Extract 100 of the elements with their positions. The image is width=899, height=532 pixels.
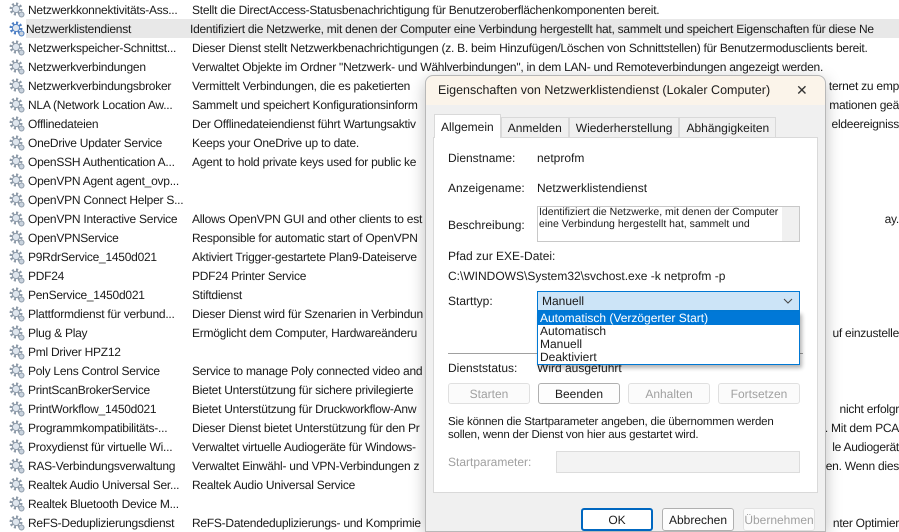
gear-icon bbox=[9, 2, 25, 18]
field-label: Dienstname: bbox=[448, 150, 516, 168]
service-description: Bietet Unterstützung für Druckworkflow-Anw bbox=[192, 400, 416, 418]
service-description: Ermöglicht dem Computer, Hardwareänderu bbox=[192, 324, 418, 342]
close-button[interactable]: ✕ bbox=[787, 78, 817, 102]
service-description: le Audiogerät bbox=[832, 438, 899, 456]
service-name[interactable]: OpenVPN Interactive Service bbox=[28, 210, 192, 228]
service-name[interactable]: OneDrive Updater Service bbox=[28, 134, 192, 152]
service-description: uf einzustelle bbox=[832, 324, 899, 342]
service-name[interactable]: P9RdrService_1450d021 bbox=[28, 248, 192, 266]
service-description: Dieser Dienst stellt Netzwerkbenachrichtigungen (z. B. beim Hinzufügen/Löschen von Schnittstellen) für Benutzermodusclients bereit. bbox=[192, 40, 868, 56]
service-name[interactable]: Plattformdienst für verbund... bbox=[28, 304, 192, 322]
service-description: Allows OpenVPN GUI and other clients to est bbox=[192, 210, 422, 228]
exe-path: C:\WINDOWS\System32\svchost.exe -k netprofm -p bbox=[448, 268, 726, 286]
service-description: mationen geä bbox=[829, 96, 899, 114]
service-name[interactable]: Realtek Bluetooth Device M... bbox=[28, 494, 192, 512]
service-name[interactable]: Offlinedateien bbox=[28, 114, 192, 132]
tab[interactable]: Abhängigkeiten bbox=[679, 117, 776, 138]
service-name[interactable]: Realtek Audio Universal Ser... bbox=[28, 476, 192, 494]
service-name[interactable]: Plug & Play bbox=[28, 324, 192, 342]
field-label: Beschreibung: bbox=[448, 217, 526, 234]
service-control-button[interactable]: Beenden bbox=[538, 383, 620, 404]
service-name[interactable]: Netzwerkkonnektivitäts-Ass... bbox=[28, 0, 192, 18]
gear-icon bbox=[9, 154, 25, 170]
service-description: ternet zu emp bbox=[828, 78, 899, 94]
service-description: Sammelt und speichert Konfigurationsinform bbox=[192, 96, 418, 114]
service-description: PDF24 Printer Service bbox=[192, 268, 306, 284]
field-label: Starttyp: bbox=[448, 293, 494, 310]
field-label: Startparameter: bbox=[448, 454, 532, 472]
service-name[interactable]: Netzwerkspeicher-Schnittst... bbox=[28, 38, 192, 56]
service-name[interactable]: Poly Lens Control Service bbox=[28, 362, 192, 380]
service-name[interactable]: Pml Driver HPZ12 bbox=[28, 342, 192, 360]
service-description: Verwaltet virtuelle Audiogeräte für Windows- bbox=[192, 438, 416, 456]
dropdown-option[interactable]: Automatisch (Verzögerter Start) bbox=[538, 312, 799, 326]
startup-type-dropdown[interactable]: Manuell bbox=[537, 291, 800, 312]
service-name[interactable]: Programmkompatibilitäts-... bbox=[28, 418, 192, 436]
tab[interactable]: Wiederherstellung bbox=[568, 117, 680, 138]
service-description: Bietet Unterstützung für sichere privilegierte bbox=[192, 382, 414, 398]
service-description: nter Optimier bbox=[832, 514, 899, 532]
service-name[interactable]: PrintWorkflow_1450d021 bbox=[28, 400, 192, 418]
hint-text: Sie können die Startparameter angeben, die übernommen werden sollen, wenn der Dienst von hier aus gestartet wird. bbox=[447, 415, 775, 442]
dropdown-option[interactable]: Deaktiviert bbox=[538, 351, 799, 364]
service-description: en. Wenn dies bbox=[826, 458, 899, 474]
service-name[interactable]: RAS-Verbindungsverwaltung bbox=[28, 456, 192, 474]
service-name[interactable]: Proxydienst für virtuelle Wi... bbox=[28, 438, 192, 456]
gear-icon bbox=[9, 96, 25, 112]
gear-icon bbox=[9, 58, 25, 74]
field-label: Pfad zur EXE-Datei: bbox=[448, 248, 556, 266]
service-name[interactable]: PrintScanBrokerService bbox=[28, 380, 192, 398]
service-description: Stiftdienst bbox=[192, 286, 242, 304]
service-name[interactable]: Netzwerklistendienst bbox=[26, 20, 190, 38]
dropdown-value: Manuell bbox=[542, 293, 586, 310]
service-name[interactable]: NLA (Network Location Aw... bbox=[28, 96, 192, 114]
service-description: Vermittelt Verbindungen, die es paketierten bbox=[192, 78, 410, 94]
gear-icon bbox=[9, 476, 25, 492]
gear-icon bbox=[9, 78, 25, 94]
service-name[interactable]: ReFS-Deduplizierungsdienst bbox=[28, 514, 192, 532]
description-text: Identifiziert die Netzwerke, mit denen der Computer eine Verbindung hergestellt hat, sammelt und bbox=[538, 207, 780, 232]
gear-icon bbox=[9, 344, 25, 360]
gear-icon bbox=[9, 20, 25, 36]
service-name[interactable]: OpenVPN Agent agent_ovp... bbox=[28, 172, 192, 190]
service-name[interactable]: OpenVPNService bbox=[28, 228, 192, 246]
gear-icon bbox=[9, 400, 25, 416]
service-name[interactable]: OpenSSH Authentication A... bbox=[28, 152, 192, 170]
gear-icon bbox=[9, 306, 25, 322]
gear-icon bbox=[9, 458, 25, 474]
gear-icon bbox=[9, 286, 25, 302]
service-description: Responsible for automatic start of OpenVPN bbox=[192, 230, 418, 246]
gear-icon bbox=[9, 362, 25, 378]
field-label: Anzeigename: bbox=[448, 180, 526, 198]
tab[interactable]: Allgemein bbox=[434, 114, 501, 138]
dialog-button[interactable]: OK bbox=[581, 508, 653, 531]
service-name[interactable]: PenService_1450d021 bbox=[28, 286, 192, 304]
tab[interactable]: Anmelden bbox=[500, 117, 569, 138]
service-description: ReFS-Datendeduplizierungs- und Komprimie bbox=[192, 514, 421, 532]
field-label: Dienststatus: bbox=[448, 360, 518, 378]
dropdown-option[interactable]: Automatisch bbox=[538, 325, 799, 338]
gear-icon bbox=[9, 514, 25, 530]
service-name[interactable]: Netzwerkverbindungsbroker bbox=[28, 76, 192, 94]
service-description: Der Offlinedateiendienst führt Wartungsaktiv bbox=[192, 116, 416, 132]
window-title: Eigenschaften von Netzwerklistendienst (Lokaler Computer) bbox=[438, 82, 772, 100]
chevron-down-icon bbox=[783, 298, 793, 304]
dropdown-option[interactable]: Manuell bbox=[538, 338, 799, 352]
service-description: Realtek Audio Universal Service bbox=[192, 476, 355, 494]
gear-icon bbox=[9, 382, 25, 398]
dialog-button[interactable]: Abbrechen bbox=[662, 508, 734, 531]
service-name[interactable]: Netzwerkverbindungen bbox=[28, 58, 192, 76]
service-description: ay. bbox=[884, 210, 899, 228]
gear-icon bbox=[9, 324, 25, 340]
service-name[interactable]: PDF24 bbox=[28, 266, 192, 284]
gear-icon bbox=[9, 40, 25, 56]
gear-icon bbox=[9, 268, 25, 284]
gear-icon bbox=[9, 420, 25, 436]
service-description: Verwaltet Einwähl- und VPN-Verbindungen z bbox=[192, 458, 420, 474]
field-value: Netzwerklistendienst bbox=[537, 180, 648, 198]
gear-icon bbox=[9, 192, 25, 208]
service-description: Identifiziert die Netzwerke, mit denen der Computer eine Verbindung hergestellt hat, sammelt und speichert Eigenschaften für diese Ne bbox=[190, 20, 874, 38]
service-name[interactable]: OpenVPN Connect Helper S... bbox=[28, 190, 192, 208]
scrollbar bbox=[782, 207, 799, 242]
service-description: nicht erfolgr bbox=[840, 400, 899, 418]
